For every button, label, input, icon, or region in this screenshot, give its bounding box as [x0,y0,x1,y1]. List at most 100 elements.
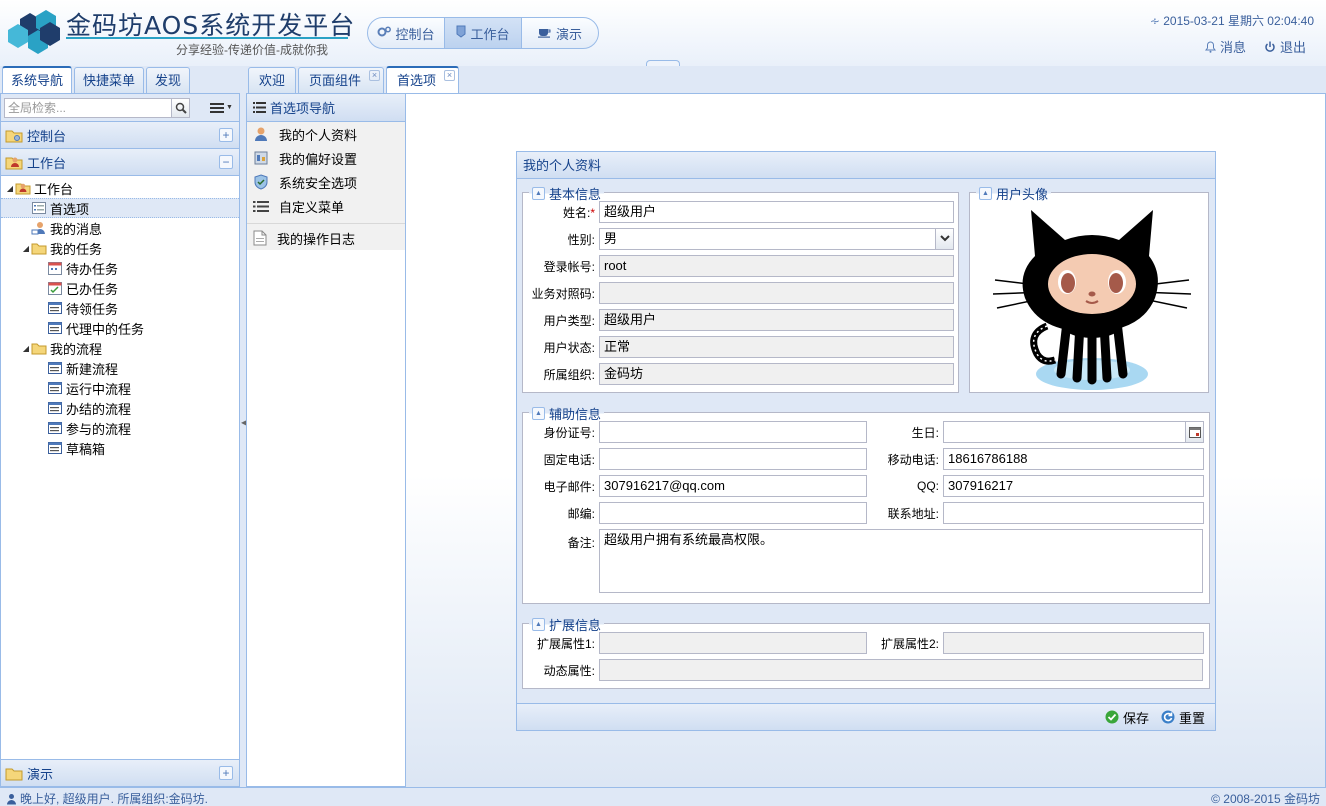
name-label: 姓名:* [562,205,595,220]
qq-field[interactable]: 307916217 [943,475,1204,497]
chevron-down-icon[interactable] [936,228,954,250]
phone-field[interactable] [599,448,867,470]
copyright-text: © 2008-2015 金码坊 [1211,792,1320,806]
row-usertype: 用户类型: 超级用户 [523,309,954,331]
expand-plus-icon[interactable]: + [219,766,233,780]
calendar-icon [1188,426,1201,438]
email-field[interactable]: 307916217@qq.com [599,475,867,497]
nav-item-operation-log[interactable]: 我的操作日志 [247,226,405,250]
power-icon [1265,41,1275,52]
tree-node-workbench[interactable]: ◢ 工作台 [1,178,239,198]
user-folder-icon [5,157,23,169]
save-button[interactable]: 保存 [1105,708,1149,727]
tree-node-my-flows[interactable]: ◢ 我的流程 [1,338,239,358]
close-icon[interactable]: × [444,70,456,81]
zip-field[interactable] [599,502,867,524]
collapse-up-icon[interactable]: ▲ [532,407,545,420]
org-field[interactable]: 金码坊 [599,363,954,385]
tree-node-my-messages[interactable]: 我的消息 [1,218,239,238]
mode-label: 控制台 [395,26,435,42]
tab-quick-menu[interactable]: 快捷菜单 [74,67,145,93]
row-org: 所属组织: 金码坊 [523,363,954,385]
mode-button-console[interactable]: 控制台 [368,18,445,48]
ext2-label: 扩展属性2: [880,636,939,651]
tree-node-done-tasks[interactable]: 已办任务 [1,278,239,298]
row-gender: 性别: 男 [523,228,954,250]
tree-node-delegated-tasks[interactable]: 代理中的任务 [1,318,239,338]
address-field[interactable] [943,502,1204,524]
tree-node-finished-flows[interactable]: 办结的流程 [1,398,239,418]
tree-node-todo-tasks[interactable]: 待办任务 [1,258,239,278]
mode-button-workbench[interactable]: 工作台 [445,18,522,48]
status-field[interactable]: 正常 [599,336,954,358]
row-ext2: 扩展属性2: [867,632,1204,654]
nav-item-custom-menu[interactable]: 自定义菜单 [247,194,405,218]
birthday-field[interactable] [943,421,1186,443]
date-picker-button[interactable] [1186,421,1204,443]
collapse-minus-icon[interactable]: − [219,155,233,169]
search-options-button[interactable]: ▼ [210,102,233,114]
calendar-icon [47,260,63,276]
calendar-check-icon [47,280,63,296]
tab-discover[interactable]: 发现 [146,67,191,93]
form-icon [31,200,47,216]
tree-node-preferences[interactable]: 首选项 [1,198,239,218]
accordion-console[interactable]: 控制台 + [1,122,239,149]
search-button[interactable] [172,97,190,118]
list-form-icon [47,440,63,456]
logout-link[interactable]: 退出 [1264,37,1306,56]
remark-label: 备注: [567,536,595,550]
collapse-left-icon[interactable]: ◀ [241,418,247,432]
messages-link[interactable]: 消息 [1204,37,1246,56]
accordion-workbench[interactable]: 工作台 − [1,149,239,176]
list-form-icon [47,380,63,396]
mode-label: 工作台 [470,26,510,42]
tree-node-new-flow[interactable]: 新建流程 [1,358,239,378]
ext2-field[interactable] [943,632,1204,654]
ext1-field[interactable] [599,632,867,654]
tree-expanded-icon[interactable]: ◢ [5,184,15,193]
collapse-up-icon[interactable]: ▲ [532,187,545,200]
workbench-tree: ◢ 工作台 首选项 我的消息 ◢ 我的任务 待办任务 已办任务 待领任务 代理中… [1,176,239,458]
close-icon[interactable]: × [369,70,381,81]
status-label: 用户状态: [543,340,595,355]
tab-welcome[interactable]: 欢迎 [248,67,297,93]
tree-node-my-tasks[interactable]: ◢ 我的任务 [1,238,239,258]
remark-textarea[interactable]: 超级用户拥有系统最高权限。 [599,529,1203,593]
global-search-input[interactable]: 全局检索... [4,97,172,118]
accordion-demo[interactable]: 演示 + [1,759,239,786]
tab-preferences[interactable]: 首选项 × [386,66,460,93]
dyn-field[interactable] [599,659,1203,681]
user-folder-icon [15,180,31,196]
tree-node-drafts[interactable]: 草稿箱 [1,438,239,458]
reset-button[interactable]: 重置 [1161,708,1205,727]
collapse-up-icon[interactable]: ▲ [979,187,992,200]
usertype-field[interactable]: 超级用户 [599,309,954,331]
tree-expanded-icon[interactable]: ◢ [21,244,31,253]
name-field[interactable]: 超级用户 [599,201,954,223]
tree-node-participated-flows[interactable]: 参与的流程 [1,418,239,438]
gender-select[interactable]: 男 [599,228,936,250]
tab-page-components[interactable]: 页面组件 × [298,67,385,93]
nav-item-security[interactable]: 系统安全选项 [247,170,405,194]
tree-node-running-flows[interactable]: 运行中流程 [1,378,239,398]
mode-button-demo[interactable]: 演示 [522,18,598,48]
nav-item-profile[interactable]: 我的个人资料 [247,122,405,146]
list-form-icon [47,400,63,416]
user-avatar[interactable] [974,201,1210,393]
mobile-field[interactable]: 18616786188 [943,448,1204,470]
account-field[interactable]: root [599,255,954,277]
nav-item-preferences[interactable]: 我的偏好设置 [247,146,405,170]
dyn-label: 动态属性: [543,663,595,678]
fieldset-basic-info: ▲ 基本信息 姓名:* 超级用户 性别: 男 登录帐号: root 业务对照码: [522,184,959,393]
expand-plus-icon[interactable]: + [219,128,233,142]
idcard-label: 身份证号: [543,425,595,440]
tab-system-nav[interactable]: 系统导航 [2,66,73,93]
tree-expanded-icon[interactable]: ◢ [21,344,31,353]
row-remark: 备注: 超级用户拥有系统最高权限。 [523,529,1203,593]
collapse-up-icon[interactable]: ▲ [532,618,545,631]
idcard-field[interactable] [599,421,867,443]
bizcode-field[interactable] [599,282,954,304]
tree-node-claim-tasks[interactable]: 待领任务 [1,298,239,318]
gears-icon [377,26,392,41]
